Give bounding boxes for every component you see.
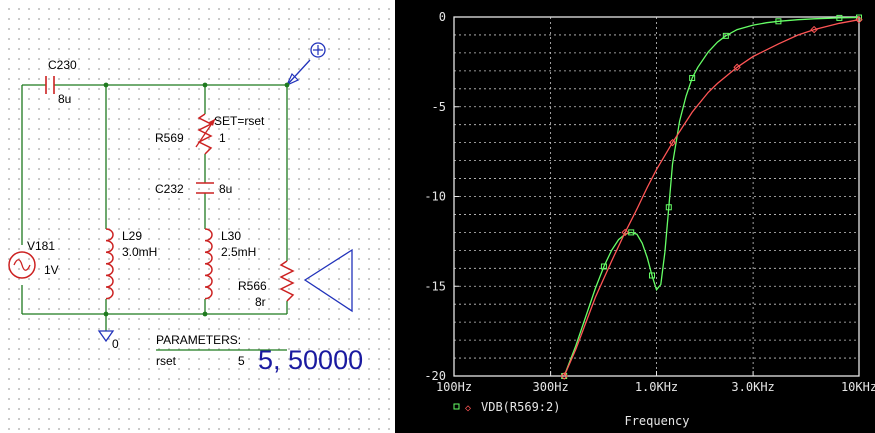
parameter-name: rset (156, 354, 177, 368)
l30-name: L30 (221, 229, 241, 243)
y-tick-label: -5 (432, 100, 446, 114)
legend-green-marker (453, 403, 460, 410)
v181-name: V181 (27, 239, 55, 253)
v181-value: 1V (44, 263, 59, 277)
capacitor-c232-symbol[interactable] (196, 182, 214, 194)
ground-icon (97, 330, 115, 343)
schematic-canvas[interactable]: C230 8u V181 1V L29 3.0mH SET=rset R569 … (0, 0, 395, 433)
r569-name: R569 (155, 131, 184, 145)
legend-label: VDB(R569:2) (481, 400, 560, 414)
y-tick-label: -20 (424, 369, 446, 383)
capacitor-c230-symbol[interactable] (45, 76, 55, 94)
l29-name: L29 (122, 229, 142, 243)
plot-grid (454, 17, 859, 376)
trace-layer (560, 14, 863, 380)
x-tick-label: 1.0KHz (635, 380, 678, 394)
c232-value: 8u (219, 182, 232, 196)
voltage-probe-marker[interactable] (285, 42, 326, 87)
inductor-l29-symbol[interactable] (105, 228, 114, 300)
y-tick-label: 0 (439, 10, 446, 24)
legend-red-marker: ◇ (465, 403, 471, 414)
legend: ◇ VDB(R569:2) (453, 400, 560, 414)
x-tick-label: 3.0KHz (731, 380, 774, 394)
l29-value: 3.0mH (122, 245, 157, 259)
r566-value: 8r (255, 295, 266, 309)
probe-plot-window[interactable]: 100Hz 300Hz 1.0KHz 3.0KHz 10KHz 0 -5 -10 -15 -20 … (395, 0, 875, 433)
schematic-drawing: C230 8u V181 1V L29 3.0mH SET=rset R569 … (8, 42, 363, 375)
parameter-sweep-values: 5, 50000 (258, 345, 363, 375)
y-tick-label: -15 (424, 279, 446, 293)
x-tick-label: 300Hz (533, 380, 569, 394)
c230-name: C230 (48, 58, 77, 72)
r569-set: SET=rset (214, 114, 265, 128)
speaker-icon[interactable] (303, 248, 353, 313)
r566-name: R566 (238, 279, 267, 293)
c232-name: C232 (155, 182, 184, 196)
probe-plot: 100Hz 300Hz 1.0KHz 3.0KHz 10KHz0-5-10-15-20 … (424, 10, 875, 428)
parameter-value: 5 (238, 354, 245, 368)
parameters-title: PARAMETERS: (156, 333, 241, 347)
inductor-l30-symbol[interactable] (204, 228, 213, 300)
sine-wave-icon (13, 259, 31, 271)
c230-value: 8u (58, 92, 71, 106)
resistor-r566-symbol[interactable] (279, 260, 295, 302)
y-tick-label: -10 (424, 190, 446, 204)
ground-label: 0 (112, 337, 119, 351)
axis-ticks: 100Hz 300Hz 1.0KHz 3.0KHz 10KHz0-5-10-15-20 (424, 10, 875, 394)
series-line-red (563, 19, 860, 377)
x-tick-label: 10KHz (841, 380, 875, 394)
x-axis-title: Frequency (624, 414, 689, 428)
l30-value: 2.5mH (221, 245, 256, 259)
r569-value: 1 (219, 131, 226, 145)
